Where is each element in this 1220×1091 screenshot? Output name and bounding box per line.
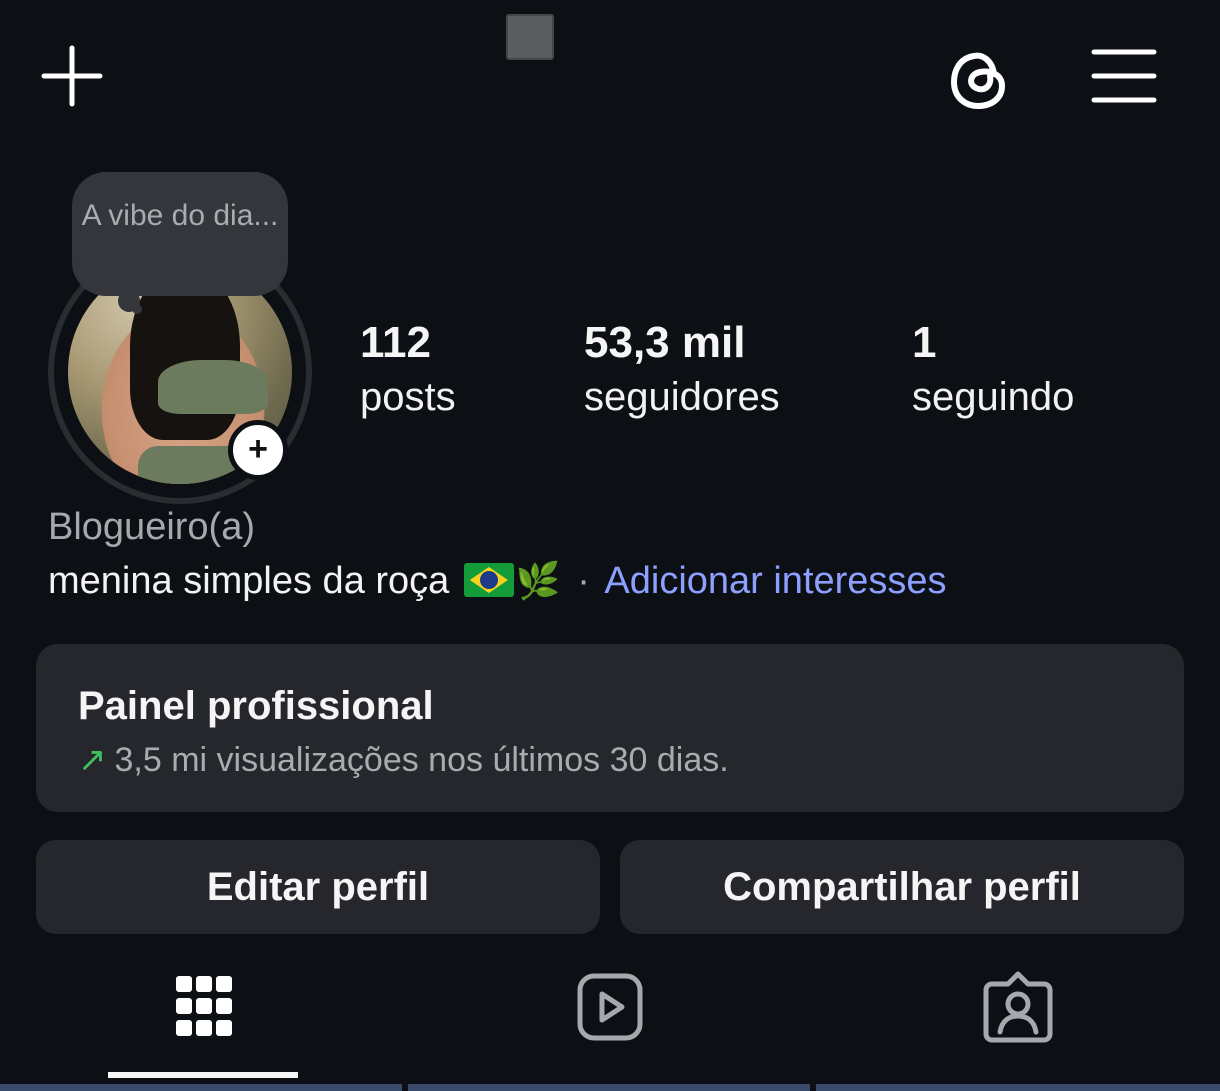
bio-separator: · bbox=[577, 560, 590, 602]
tagged-icon[interactable] bbox=[978, 968, 1058, 1048]
share-profile-button[interactable]: Compartilhar perfil bbox=[620, 840, 1184, 934]
professional-dashboard[interactable]: Painel profissional ↗ 3,5 mi visualizaçõe… bbox=[36, 644, 1184, 812]
note-text: A vibe do dia... bbox=[81, 199, 279, 232]
grid-icon[interactable] bbox=[164, 968, 244, 1048]
profile-category: Blogueiro(a) bbox=[48, 506, 255, 548]
following-count[interactable]: 1 seguindo bbox=[912, 316, 1074, 424]
reels-icon[interactable] bbox=[570, 968, 650, 1048]
status-placeholder bbox=[506, 14, 554, 60]
top-bar bbox=[0, 0, 1220, 150]
note-bubble[interactable]: A vibe do dia... bbox=[72, 172, 288, 296]
followers-value: 53,3 mil bbox=[584, 318, 746, 367]
followers-count[interactable]: 53,3 mil seguidores bbox=[584, 316, 780, 424]
brazil-flag-icon bbox=[463, 563, 514, 597]
edit-profile-button[interactable]: Editar perfil bbox=[36, 840, 600, 934]
post-thumbnail[interactable] bbox=[0, 1084, 402, 1091]
dashboard-stats-text: 3,5 mi visualizações nos últimos 30 dias… bbox=[114, 741, 729, 779]
active-tab-indicator bbox=[108, 1072, 298, 1078]
post-thumbnail[interactable] bbox=[816, 1084, 1220, 1091]
bio-text: menina simples da roça bbox=[48, 560, 450, 602]
posts-count[interactable]: 112 posts bbox=[360, 316, 456, 424]
followers-label: seguidores bbox=[584, 375, 780, 419]
dashboard-stats: ↗ 3,5 mi visualizações nos últimos 30 dia… bbox=[78, 740, 729, 780]
dashboard-title: Painel profissional bbox=[78, 684, 434, 728]
arrow-up-right-icon: ↗ bbox=[78, 741, 107, 779]
following-value: 1 bbox=[912, 318, 937, 367]
note-tail-small bbox=[132, 304, 142, 314]
posts-label: posts bbox=[360, 375, 456, 419]
plus-icon[interactable] bbox=[40, 44, 104, 108]
bio: menina simples da roça 🌿 · Adicionar int… bbox=[48, 560, 947, 603]
leaf-icon: 🌿 bbox=[515, 560, 561, 601]
add-interests-link[interactable]: Adicionar interesses bbox=[604, 560, 946, 602]
following-label: seguindo bbox=[912, 375, 1075, 419]
add-story-icon[interactable]: + bbox=[228, 420, 288, 480]
post-thumbnail[interactable] bbox=[408, 1084, 810, 1091]
threads-icon[interactable] bbox=[944, 44, 1014, 114]
menu-icon[interactable] bbox=[1090, 46, 1158, 106]
posts-value: 112 bbox=[360, 318, 431, 367]
